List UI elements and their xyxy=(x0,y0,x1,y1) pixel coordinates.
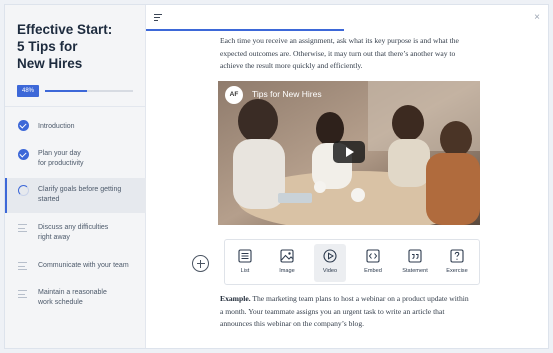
example-paragraph: Example. The marketing team plans to hos… xyxy=(220,293,490,331)
lesson-label: Communicate with your team xyxy=(38,261,138,271)
lesson-item-communicate[interactable]: Communicate with your team xyxy=(5,255,146,279)
image-icon xyxy=(280,249,294,263)
block-option-statement[interactable]: Statement xyxy=(399,244,431,282)
lesson-label: Discuss any difficulties right away xyxy=(38,223,138,243)
paragraph-line: expected outcomes are. Otherwise, it may… xyxy=(220,48,456,58)
block-option-list[interactable]: List xyxy=(229,244,261,282)
channel-logo: AF xyxy=(225,86,243,104)
progress-track xyxy=(45,90,133,92)
lesson-item-plan-your-day[interactable]: Plan your day for productivity xyxy=(5,143,146,177)
course-title-line: 5 Tips for xyxy=(17,39,78,54)
play-button-icon[interactable] xyxy=(333,141,365,163)
in-progress-spinner-icon xyxy=(18,185,29,196)
progress-percent-badge: 48% xyxy=(17,85,39,97)
lesson-label-line: right away xyxy=(38,234,70,241)
example-label: Example. xyxy=(220,294,251,303)
course-progress: 48% xyxy=(17,85,135,97)
lesson-label: Introduction xyxy=(38,122,138,132)
lesson-item-work-schedule[interactable]: Maintain a reasonable work schedule xyxy=(5,283,146,317)
course-title-line: New Hires xyxy=(17,56,83,71)
text-lines-icon xyxy=(18,261,29,272)
completed-check-icon xyxy=(18,120,29,131)
lesson-item-introduction[interactable]: Introduction xyxy=(5,113,146,139)
block-option-exercise[interactable]: Exercise xyxy=(441,244,473,282)
block-option-label: Video xyxy=(322,268,338,274)
lesson-label: Clarify goals before getting started xyxy=(38,185,138,205)
lesson-label-line: started xyxy=(38,196,60,203)
paragraph-line: announces this webinar on the company’s … xyxy=(220,319,365,329)
progress-fill xyxy=(45,90,88,92)
video-title: Tips for New Hires xyxy=(252,89,322,99)
intro-paragraph: Each time you receive an assignment, ask… xyxy=(220,35,490,73)
paragraph-line: a month. Your teammate assigns you an ur… xyxy=(220,306,445,316)
example-text: The marketing team plans to host a webin… xyxy=(250,294,469,303)
text-lines-icon xyxy=(18,223,29,234)
text-lines-icon xyxy=(18,289,29,300)
block-option-image[interactable]: Image xyxy=(271,244,303,282)
lesson-label-line: Clarify goals before getting xyxy=(38,186,122,193)
paragraph-line: Example. The marketing team plans to hos… xyxy=(220,293,490,306)
add-block-button[interactable] xyxy=(192,255,209,272)
block-option-label: Exercise xyxy=(446,268,468,274)
app-window: Effective Start: 5 Tips for New Hires 48… xyxy=(4,4,549,349)
lesson-label-line: Maintain a reasonable xyxy=(38,289,107,296)
block-option-embed[interactable]: Embed xyxy=(357,244,389,282)
course-title: Effective Start: 5 Tips for New Hires xyxy=(17,21,142,72)
lesson-label-line: Communicate with your team xyxy=(38,262,129,269)
completed-check-icon xyxy=(18,149,29,160)
list-icon xyxy=(238,249,252,263)
course-sidebar: Effective Start: 5 Tips for New Hires 48… xyxy=(5,5,146,348)
block-type-menu: List Image Video Embed Statement Exercis… xyxy=(224,239,480,285)
lesson-item-clarify-goals[interactable]: Clarify goals before getting started xyxy=(5,178,146,213)
embed-icon xyxy=(366,249,380,263)
block-option-label: Image xyxy=(279,268,295,274)
block-option-label: List xyxy=(240,268,250,274)
question-icon xyxy=(450,249,464,263)
lesson-label-line: work schedule xyxy=(38,299,83,306)
outline-menu-icon[interactable] xyxy=(154,14,162,21)
lesson-label: Maintain a reasonable work schedule xyxy=(38,288,138,308)
sidebar-divider xyxy=(5,106,146,107)
lesson-label-line: Introduction xyxy=(38,123,75,130)
lesson-scroll-progress xyxy=(146,29,344,31)
video-player[interactable]: AF Tips for New Hires xyxy=(218,81,480,225)
lesson-label-line: for productivity xyxy=(38,160,84,167)
lesson-label-line: Plan your day xyxy=(38,150,81,157)
lesson-content: × Each time you receive an assignment, a… xyxy=(146,5,548,348)
video-icon xyxy=(323,249,337,263)
close-icon[interactable]: × xyxy=(534,13,540,23)
quote-icon xyxy=(408,249,422,263)
paragraph-line: achieve the result more quickly and effi… xyxy=(220,61,363,71)
block-option-video[interactable]: Video xyxy=(314,244,346,282)
lesson-label: Plan your day for productivity xyxy=(38,149,138,169)
active-lesson-indicator xyxy=(5,178,7,213)
paragraph-line: Each time you receive an assignment, ask… xyxy=(220,36,459,45)
block-option-label: Statement xyxy=(402,268,428,274)
lesson-label-line: Discuss any difficulties xyxy=(38,224,109,231)
lesson-item-discuss-difficulties[interactable]: Discuss any difficulties right away xyxy=(5,217,146,251)
block-option-label: Embed xyxy=(364,268,382,274)
course-title-line: Effective Start: xyxy=(17,22,113,37)
